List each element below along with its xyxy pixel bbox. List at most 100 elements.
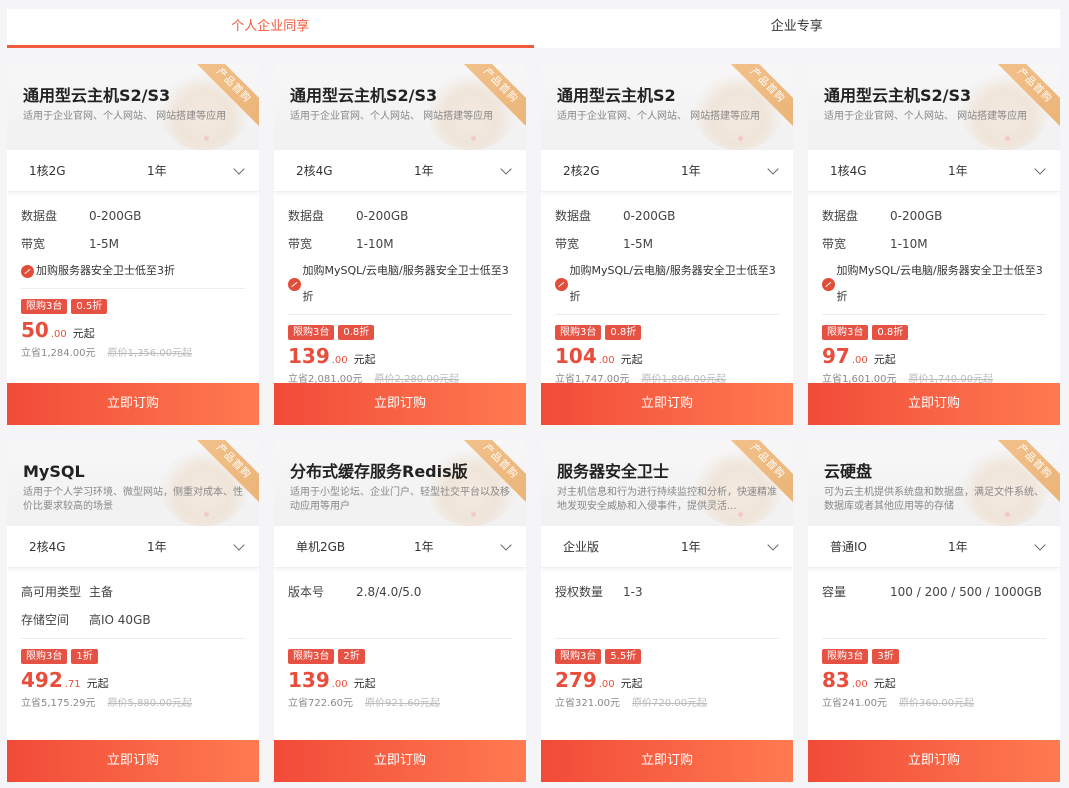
- card-header: 产品首购 MySQL 适用于个人学习环境、微型网站，侧重对成本、性价比要求较高的…: [7, 440, 259, 526]
- divider: [288, 638, 512, 639]
- divider: [555, 638, 779, 639]
- config-select[interactable]: 1核2G 1年: [7, 150, 259, 192]
- price: 50 .00 元起: [21, 318, 245, 342]
- config-select[interactable]: 2核4G 1年: [274, 150, 526, 192]
- promo-text: 加购MySQL/云电脑/服务器安全卫士低至3折: [569, 264, 776, 303]
- promo-tag: 3折: [872, 649, 899, 664]
- spec-value: 2核4G: [29, 540, 66, 554]
- spec-value-text: 高IO 40GB: [89, 613, 151, 627]
- spec-value: 1核4G: [830, 164, 867, 178]
- price-decimal: .00: [851, 679, 868, 690]
- config-select[interactable]: 2核4G 1年: [7, 526, 259, 568]
- tab-personal-enterprise[interactable]: 个人企业同享: [7, 9, 534, 48]
- original-price: 原价1,356.00元起: [107, 348, 193, 359]
- divider: [555, 314, 779, 315]
- product-card: 产品首购 通用型云主机S2 适用于企业官网、个人网站、 网站搭建等应用 2核2G…: [541, 64, 793, 425]
- card-title: 通用型云主机S2: [557, 86, 676, 105]
- divider: [822, 638, 1046, 639]
- card-body: 数据盘 0-200GB 带宽 1-5M 加购MySQL/云电脑/服务器安全卫士低至3折…: [541, 192, 793, 385]
- savings: 立省722.60元 原价921.60元起: [288, 694, 512, 709]
- price-integer: 97: [822, 344, 850, 368]
- card-description: 适用于企业官网、个人网站、 网站搭建等应用: [23, 111, 227, 122]
- chevron-down-icon[interactable]: [500, 538, 512, 551]
- card-title: 分布式缓存服务Redis版: [290, 462, 468, 481]
- chevron-down-icon[interactable]: [500, 162, 512, 175]
- discount-icon: [822, 277, 835, 291]
- savings-text: 立省241.00元: [822, 698, 887, 709]
- card-body: 数据盘 0-200GB 带宽 1-5M 加购服务器安全卫士低至3折 限购3台 0.5折 …: [7, 192, 259, 359]
- card-header: 产品首购 通用型云主机S2 适用于企业官网、个人网站、 网站搭建等应用: [541, 64, 793, 150]
- spec-row: 数据盘 0-200GB: [288, 202, 512, 230]
- divider: [822, 314, 1046, 315]
- tag-list: 限购3台 0.8折: [288, 325, 512, 340]
- product-card: 产品首购 MySQL 适用于个人学习环境、微型网站，侧重对成本、性价比要求较高的…: [7, 440, 259, 782]
- card-title: 服务器安全卫士: [557, 462, 670, 481]
- tag-list: 限购3台 0.8折: [555, 325, 779, 340]
- buy-button[interactable]: 立即订购: [7, 383, 259, 425]
- config-select[interactable]: 企业版 1年: [541, 526, 793, 568]
- buy-button[interactable]: 立即订购: [808, 740, 1060, 782]
- spec-row: 容量 100 / 200 / 500 / 1000GB: [822, 578, 1046, 606]
- spec-row: 高可用类型 主备: [21, 578, 245, 606]
- period-value: 1年: [147, 540, 167, 554]
- decoration-dot: [738, 136, 743, 141]
- chevron-down-icon[interactable]: [1034, 162, 1046, 175]
- price-integer: 492: [21, 668, 63, 692]
- spec-value-text: 2.8/4.0/5.0: [356, 585, 422, 599]
- card-body: 数据盘 0-200GB 带宽 1-10M 加购MySQL/云电脑/服务器安全卫士低至3…: [274, 192, 526, 385]
- promo-line: 加购MySQL/云电脑/服务器安全卫士低至3折: [288, 258, 512, 310]
- price-unit: 元起: [873, 677, 896, 690]
- chevron-down-icon[interactable]: [233, 538, 245, 551]
- original-price: 原价921.60元起: [365, 698, 440, 709]
- buy-button[interactable]: 立即订购: [274, 740, 526, 782]
- promo-tag: 0.8折: [605, 325, 642, 340]
- price-integer: 139: [288, 668, 330, 692]
- price-integer: 279: [555, 668, 597, 692]
- spec-key: 数据盘: [288, 209, 325, 223]
- spec-row: 存储空间 高IO 40GB: [21, 606, 245, 634]
- product-card: 产品首购 通用型云主机S2/S3 适用于企业官网、个人网站、 网站搭建等应用 2…: [274, 64, 526, 425]
- promo-tag: 5.5折: [605, 649, 642, 664]
- discount-icon: [288, 277, 301, 291]
- spec-value-text: 0-200GB: [890, 209, 943, 223]
- spec-row: 带宽 1-5M: [555, 230, 779, 258]
- savings: 立省5,175.29元 原价5,880.00元起: [21, 694, 245, 709]
- buy-button[interactable]: 立即订购: [274, 383, 526, 425]
- spec-value: 1核2G: [29, 164, 66, 178]
- card-title: 通用型云主机S2/S3: [824, 86, 972, 105]
- buy-button[interactable]: 立即订购: [541, 740, 793, 782]
- config-select[interactable]: 单机2GB 1年: [274, 526, 526, 568]
- spec-list: 数据盘 0-200GB 带宽 1-5M: [555, 202, 779, 258]
- promo-tag: 2折: [338, 649, 365, 664]
- tag-list: 限购3台 1折: [21, 649, 245, 664]
- card-description: 适用于个人学习环境、微型网站，侧重对成本、性价比要求较高的场景: [23, 487, 243, 512]
- savings-text: 立省5,175.29元: [21, 698, 96, 709]
- config-select[interactable]: 普通IO 1年: [808, 526, 1060, 568]
- spec-value-text: 1-5M: [623, 237, 653, 251]
- card-header: 产品首购 通用型云主机S2/S3 适用于企业官网、个人网站、 网站搭建等应用: [274, 64, 526, 150]
- chevron-down-icon[interactable]: [767, 162, 779, 175]
- card-body: 高可用类型 主备 存储空间 高IO 40GB 限购3台 1折 492 .71 元起 立省…: [7, 568, 259, 709]
- buy-button[interactable]: 立即订购: [541, 383, 793, 425]
- spec-row: 数据盘 0-200GB: [21, 202, 245, 230]
- buy-button[interactable]: 立即订购: [7, 740, 259, 782]
- price-integer: 50: [21, 318, 49, 342]
- chevron-down-icon[interactable]: [233, 162, 245, 175]
- period-value: 1年: [414, 164, 434, 178]
- chevron-down-icon[interactable]: [1034, 538, 1046, 551]
- config-select[interactable]: 1核4G 1年: [808, 150, 1060, 192]
- spec-value-text: 1-5M: [89, 237, 119, 251]
- spec-value: 普通IO: [830, 540, 867, 554]
- promo-tag: 0.5折: [71, 299, 108, 314]
- card-body: 容量 100 / 200 / 500 / 1000GB 限购3台 3折 83 .00…: [808, 568, 1060, 709]
- original-price: 原价720.00元起: [632, 698, 707, 709]
- tab-enterprise-only[interactable]: 企业专享: [534, 9, 1061, 48]
- period-value: 1年: [948, 540, 968, 554]
- chevron-down-icon[interactable]: [767, 538, 779, 551]
- promo-line: 加购服务器安全卫士低至3折: [21, 258, 245, 284]
- config-select[interactable]: 2核2G 1年: [541, 150, 793, 192]
- price-unit: 元起: [620, 353, 643, 366]
- spec-value: 2核2G: [563, 164, 600, 178]
- buy-button[interactable]: 立即订购: [808, 383, 1060, 425]
- card-title: 通用型云主机S2/S3: [290, 86, 438, 105]
